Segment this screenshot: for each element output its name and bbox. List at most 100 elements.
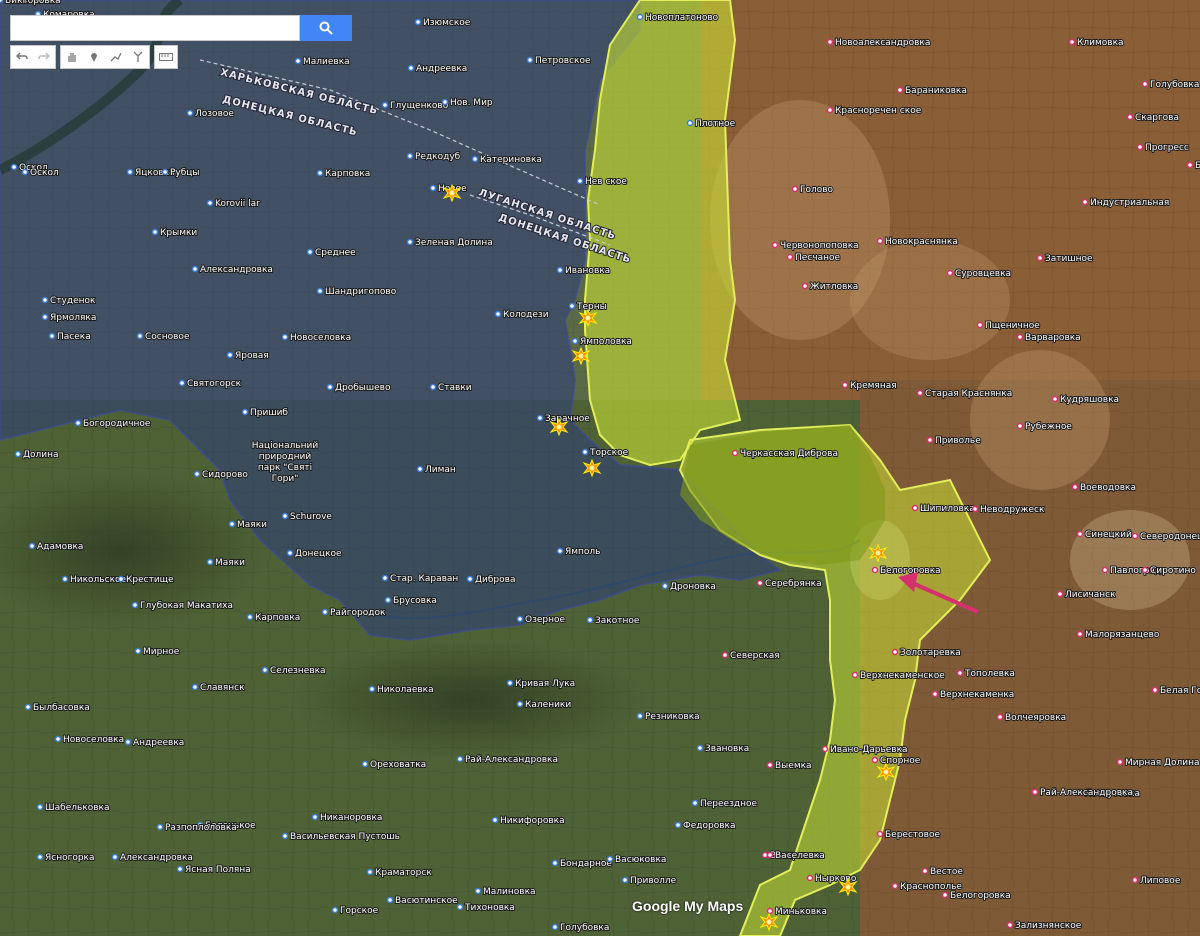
place-marker-icon[interactable] <box>556 547 564 555</box>
place-marker-icon[interactable] <box>771 241 779 249</box>
place-marker-icon[interactable] <box>306 248 314 256</box>
place-marker-icon[interactable] <box>193 470 201 478</box>
place-marker-icon[interactable] <box>1141 80 1149 88</box>
place-marker-icon[interactable] <box>926 436 934 444</box>
place-marker-icon[interactable] <box>456 903 464 911</box>
place-marker-icon[interactable] <box>576 177 584 185</box>
place-marker-icon[interactable] <box>1016 422 1024 430</box>
place-marker-icon[interactable] <box>931 690 939 698</box>
place-marker-icon[interactable] <box>361 760 369 768</box>
place-marker-icon[interactable] <box>1186 161 1194 169</box>
place-marker-icon[interactable] <box>691 799 699 807</box>
place-marker-icon[interactable] <box>24 703 32 711</box>
place-marker-icon[interactable] <box>871 566 879 574</box>
place-marker-icon[interactable] <box>1056 590 1064 598</box>
place-marker-icon[interactable] <box>131 601 139 609</box>
place-marker-icon[interactable] <box>586 616 594 624</box>
place-marker-icon[interactable] <box>941 891 949 899</box>
place-marker-icon[interactable] <box>1101 566 1109 574</box>
place-marker-icon[interactable] <box>891 882 899 890</box>
place-marker-icon[interactable] <box>506 679 514 687</box>
place-marker-icon[interactable] <box>406 152 414 160</box>
pan-tool-button[interactable] <box>61 46 83 68</box>
place-marker-icon[interactable] <box>971 505 979 513</box>
place-marker-icon[interactable] <box>766 851 774 859</box>
place-marker-icon[interactable] <box>494 310 502 318</box>
place-marker-icon[interactable] <box>176 865 184 873</box>
place-marker-icon[interactable] <box>1031 788 1039 796</box>
place-marker-icon[interactable] <box>41 296 49 304</box>
place-marker-icon[interactable] <box>126 168 134 176</box>
place-marker-icon[interactable] <box>876 237 884 245</box>
place-marker-icon[interactable] <box>151 228 159 236</box>
add-marker-button[interactable] <box>83 46 105 68</box>
place-marker-icon[interactable] <box>871 756 879 764</box>
place-marker-icon[interactable] <box>316 287 324 295</box>
place-marker-icon[interactable] <box>111 853 119 861</box>
place-marker-icon[interactable] <box>826 106 834 114</box>
place-marker-icon[interactable] <box>10 163 18 171</box>
place-marker-icon[interactable] <box>1076 530 1084 538</box>
satellite-map[interactable]: ХАРЬКОВСКАЯ ОБЛАСТЬ ДОНЕЦКАЯ ОБЛАСТЬ ЛУГ… <box>0 0 1200 936</box>
place-marker-icon[interactable] <box>1126 113 1134 121</box>
place-marker-icon[interactable] <box>821 745 829 753</box>
place-marker-icon[interactable] <box>241 408 249 416</box>
place-marker-icon[interactable] <box>721 651 729 659</box>
place-marker-icon[interactable] <box>896 86 904 94</box>
place-marker-icon[interactable] <box>1131 876 1139 884</box>
place-marker-icon[interactable] <box>801 282 809 290</box>
measure-button[interactable] <box>155 46 177 68</box>
place-marker-icon[interactable] <box>326 383 334 391</box>
place-marker-icon[interactable] <box>441 98 449 106</box>
place-marker-icon[interactable] <box>134 647 142 655</box>
place-marker-icon[interactable] <box>636 13 644 21</box>
place-marker-icon[interactable] <box>74 419 82 427</box>
place-marker-icon[interactable] <box>766 907 774 915</box>
place-marker-icon[interactable] <box>191 265 199 273</box>
place-marker-icon[interactable] <box>686 119 694 127</box>
place-marker-icon[interactable] <box>161 168 169 176</box>
place-marker-icon[interactable] <box>696 744 704 752</box>
place-marker-icon[interactable] <box>186 109 194 117</box>
place-marker-icon[interactable] <box>406 238 414 246</box>
place-marker-icon[interactable] <box>281 832 289 840</box>
place-marker-icon[interactable] <box>386 896 394 904</box>
place-marker-icon[interactable] <box>281 512 289 520</box>
place-marker-icon[interactable] <box>916 389 924 397</box>
place-marker-icon[interactable] <box>226 351 234 359</box>
place-marker-icon[interactable] <box>191 683 199 691</box>
place-marker-icon[interactable] <box>606 855 614 863</box>
place-marker-icon[interactable] <box>471 155 479 163</box>
place-marker-icon[interactable] <box>246 613 254 621</box>
place-marker-icon[interactable] <box>206 558 214 566</box>
place-marker-icon[interactable] <box>1136 143 1144 151</box>
search-button[interactable] <box>300 15 352 41</box>
place-marker-icon[interactable] <box>976 321 984 329</box>
undo-button[interactable] <box>11 46 33 68</box>
place-marker-icon[interactable] <box>381 101 389 109</box>
place-marker-icon[interactable] <box>1016 333 1024 341</box>
place-marker-icon[interactable] <box>28 542 36 550</box>
place-marker-icon[interactable] <box>841 381 849 389</box>
place-marker-icon[interactable] <box>21 168 29 176</box>
place-marker-icon[interactable] <box>294 57 302 65</box>
search-input[interactable] <box>10 15 300 41</box>
place-marker-icon[interactable] <box>136 332 144 340</box>
place-marker-icon[interactable] <box>674 821 682 829</box>
place-marker-icon[interactable] <box>946 269 954 277</box>
place-marker-icon[interactable] <box>474 887 482 895</box>
place-marker-icon[interactable] <box>556 266 564 274</box>
place-marker-icon[interactable] <box>568 302 576 310</box>
place-marker-icon[interactable] <box>551 859 559 867</box>
place-marker-icon[interactable] <box>996 713 1004 721</box>
place-marker-icon[interactable] <box>1006 921 1014 929</box>
directions-button[interactable] <box>127 46 149 68</box>
place-marker-icon[interactable] <box>54 735 62 743</box>
place-marker-icon[interactable] <box>36 803 44 811</box>
place-marker-icon[interactable] <box>366 868 374 876</box>
place-marker-icon[interactable] <box>1068 38 1076 46</box>
place-marker-icon[interactable] <box>661 582 669 590</box>
place-marker-icon[interactable] <box>281 333 289 341</box>
place-marker-icon[interactable] <box>1036 254 1044 262</box>
place-marker-icon[interactable] <box>384 596 392 604</box>
